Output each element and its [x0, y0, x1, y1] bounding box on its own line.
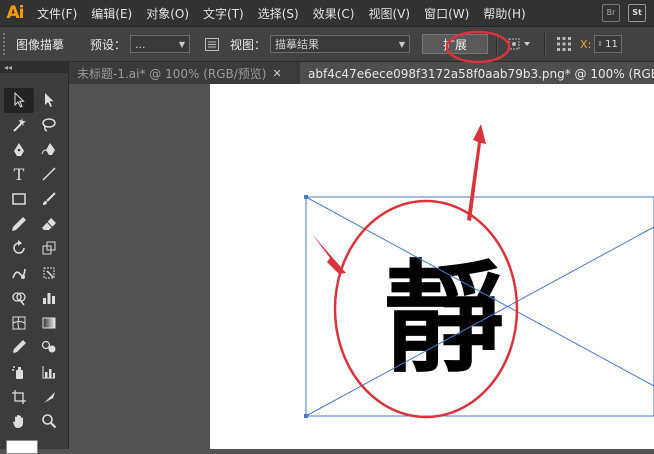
annotation-arrow-up: [467, 124, 486, 221]
traced-glyph[interactable]: 靜: [384, 250, 504, 389]
annotation-arrow-left: [312, 234, 346, 274]
canvas-overlay: 靜: [304, 30, 654, 419]
annotation-circle-expand: [445, 30, 511, 64]
